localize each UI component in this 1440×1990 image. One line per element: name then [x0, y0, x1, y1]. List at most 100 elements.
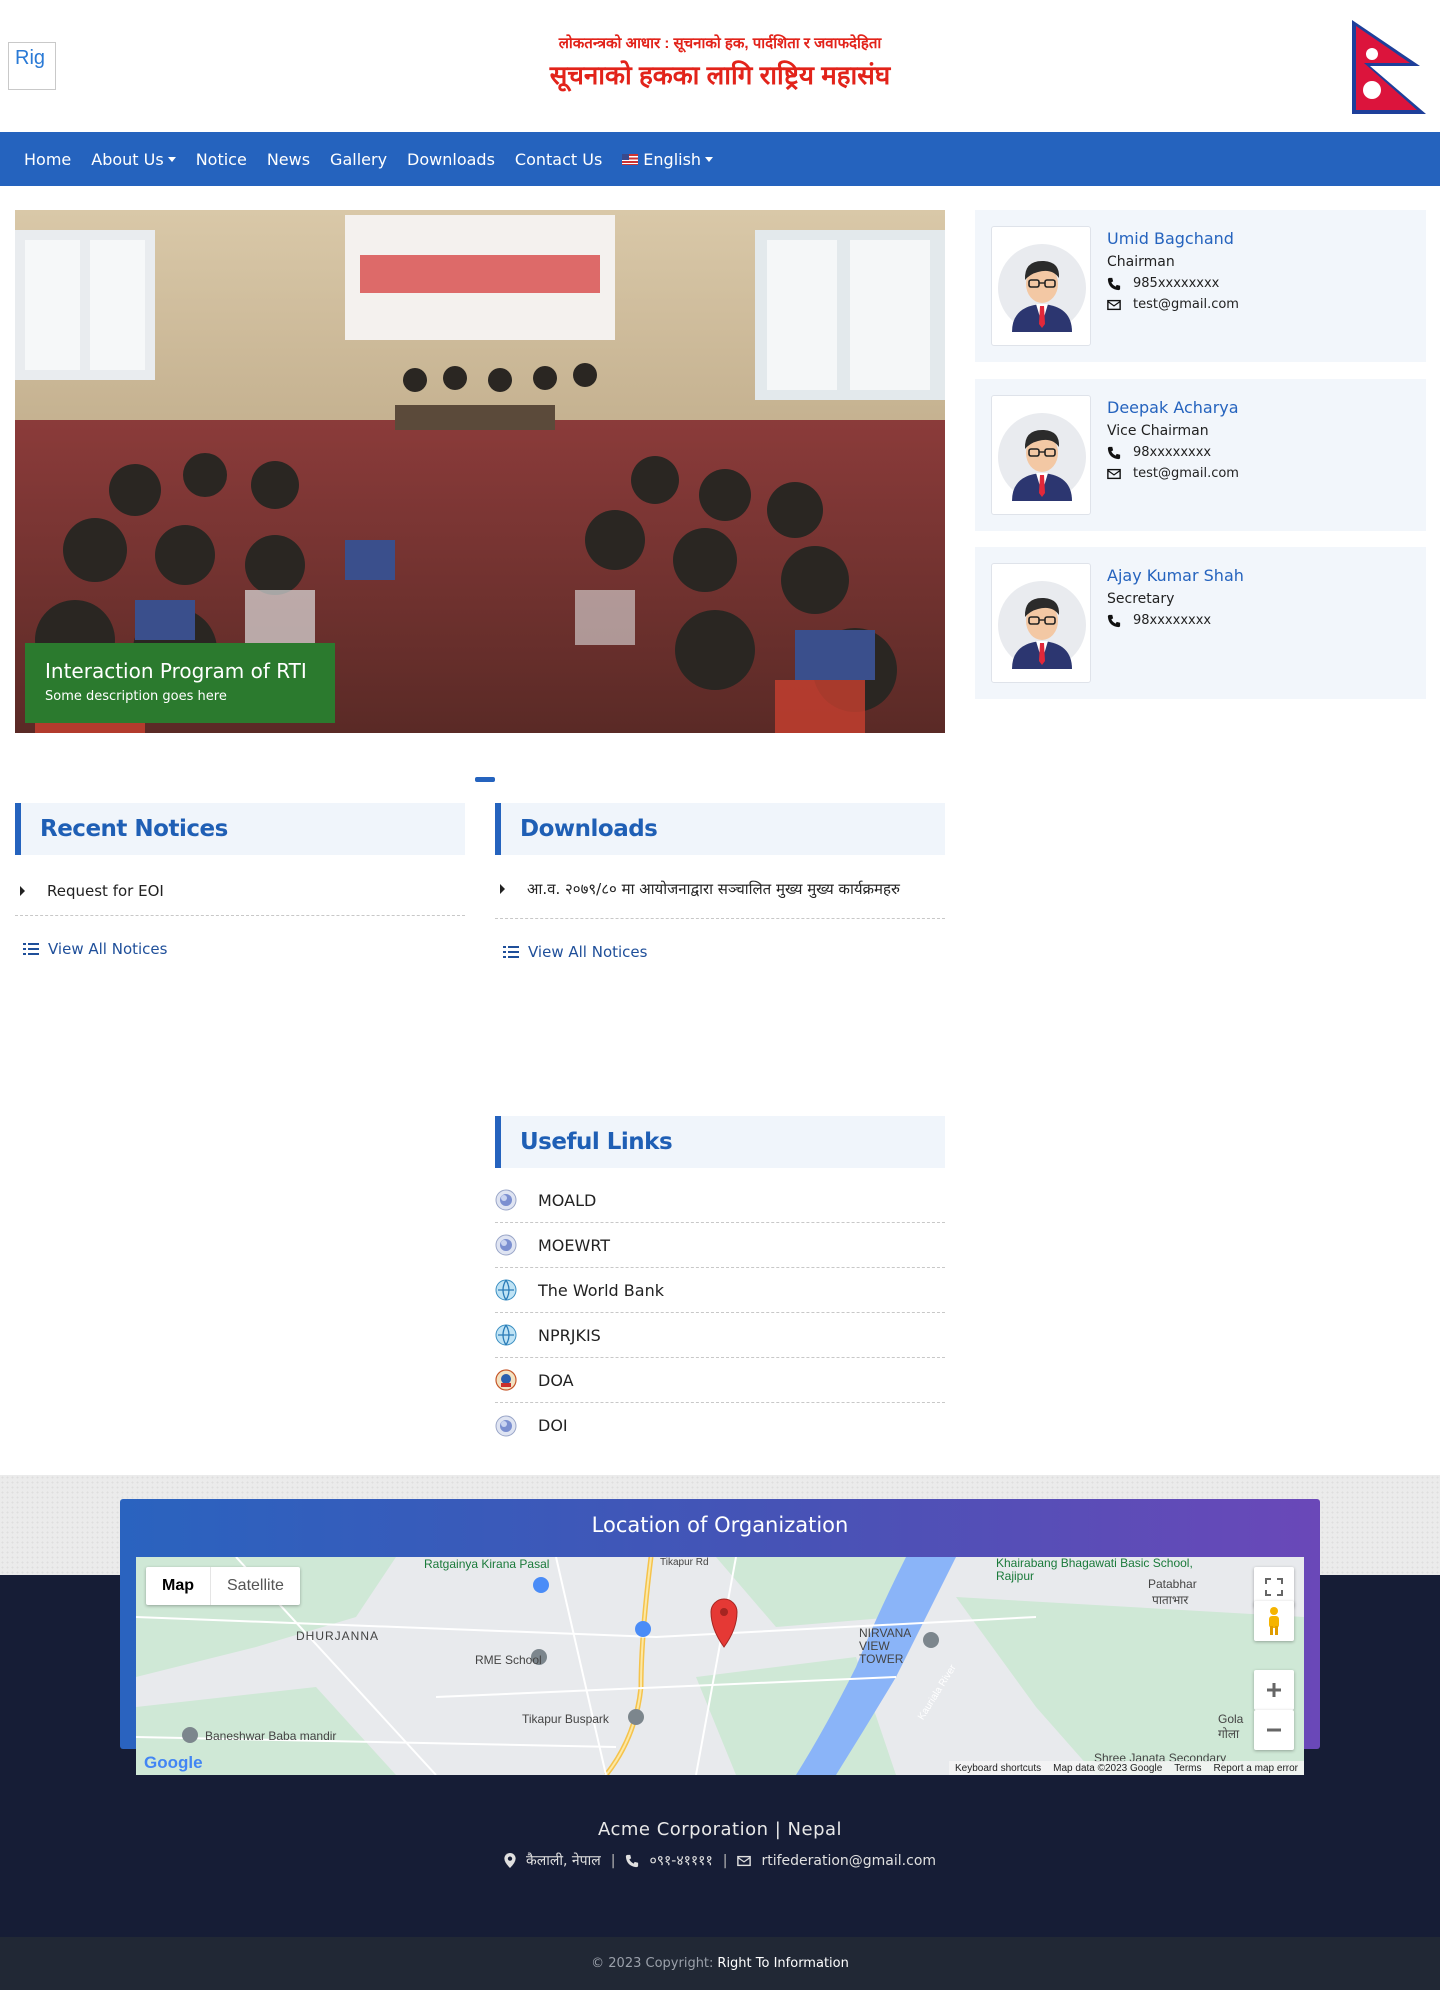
map-data-text: Map data ©2023 Google	[1053, 1762, 1163, 1774]
terms-link[interactable]: Terms	[1168, 1763, 1207, 1774]
tagline: लोकतन्त्रको आधार : सूचनाको हक, पार्दशिता…	[558, 35, 882, 52]
person-avatar-icon	[998, 581, 1086, 669]
footer-address: कैलाली, नेपाल	[525, 1853, 601, 1869]
downloads-header: Downloads	[495, 803, 945, 855]
avatar	[991, 395, 1091, 515]
caption-title: Interaction Program of RTI	[45, 659, 307, 683]
carousel-indicator[interactable]	[475, 777, 495, 782]
list-icon	[23, 943, 39, 955]
member-phone-text: 98xxxxxxxx	[1133, 445, 1212, 460]
map-place-label: DHURJANNA	[296, 1629, 380, 1643]
nav-about-us[interactable]: About Us	[81, 132, 185, 186]
nav-home[interactable]: Home	[14, 132, 81, 186]
phone-icon	[626, 1854, 639, 1867]
divider	[15, 915, 465, 916]
member-card: Umid Bagchand Chairman 985xxxxxxxx test@…	[975, 210, 1426, 362]
member-phone-text: 985xxxxxxxx	[1133, 276, 1220, 291]
nav-downloads[interactable]: Downloads	[397, 132, 505, 186]
zoom-in-button[interactable]	[1254, 1670, 1294, 1710]
report-error-link[interactable]: Report a map error	[1208, 1763, 1304, 1774]
member-name[interactable]: Umid Bagchand	[1107, 229, 1234, 248]
useful-link-item[interactable]: NPRJKIS	[495, 1313, 945, 1358]
download-item-label: आ.व. २०७९/८० मा आयोजनाद्वारा सञ्चालित मु…	[527, 880, 900, 898]
useful-link-label: The World Bank	[538, 1280, 664, 1300]
zoom-out-button[interactable]	[1254, 1710, 1294, 1750]
nav-gallery[interactable]: Gallery	[320, 132, 397, 186]
street-view-button[interactable]	[1254, 1601, 1294, 1641]
view-all-label: View All Notices	[528, 943, 648, 961]
map-place-label[interactable]: RME School	[475, 1653, 542, 1667]
copyright-text: © 2023 Copyright:	[591, 1956, 714, 1971]
useful-link-item[interactable]: The World Bank	[495, 1268, 945, 1313]
carousel-caption: Interaction Program of RTI Some descript…	[25, 643, 335, 723]
useful-link-item[interactable]: DOI	[495, 1403, 945, 1448]
globe-icon	[495, 1324, 517, 1346]
google-map[interactable]: Map Satellite Ratgainya Kirana Pasal DHU…	[136, 1557, 1304, 1775]
useful-link-item[interactable]: MOALD	[495, 1178, 945, 1223]
map-place-label[interactable]: Baneshwar Baba mandir	[205, 1729, 336, 1743]
view-all-notices-link[interactable]: View All Notices	[23, 940, 167, 958]
download-item[interactable]: आ.व. २०७९/८० मा आयोजनाद्वारा सञ्चालित मु…	[495, 876, 945, 902]
footer-email[interactable]: rtifederation@gmail.com	[761, 1853, 936, 1869]
hero-carousel[interactable]: Interaction Program of RTI Some descript…	[15, 210, 945, 733]
google-logo[interactable]: Google	[144, 1753, 203, 1773]
useful-links-title: Useful Links	[520, 1129, 673, 1155]
language-selector[interactable]: English	[612, 132, 723, 186]
envelope-icon	[737, 1855, 752, 1866]
member-phone: 98xxxxxxxx	[1107, 445, 1211, 460]
useful-link-label: NPRJKIS	[538, 1325, 601, 1345]
map-place-label[interactable]: Tikapur Buspark	[522, 1712, 609, 1726]
plus-icon	[1267, 1683, 1281, 1697]
map-place-label[interactable]: Ratgainya Kirana Pasal	[424, 1557, 549, 1571]
divider	[495, 918, 945, 919]
member-name[interactable]: Ajay Kumar Shah	[1107, 566, 1244, 585]
view-all-downloads-link[interactable]: View All Notices	[503, 943, 647, 961]
footer-contact: कैलाली, नेपाल | ०९१-४११११ | rtifederatio…	[0, 1851, 1440, 1870]
caption-description: Some description goes here	[45, 689, 227, 704]
map-tab[interactable]: Map	[146, 1567, 210, 1605]
member-email: test@gmail.com	[1107, 297, 1239, 312]
nav-notice[interactable]: Notice	[186, 132, 257, 186]
member-email-text: test@gmail.com	[1133, 297, 1239, 312]
recent-notices-header: Recent Notices	[15, 803, 465, 855]
globe-icon	[495, 1279, 517, 1301]
map-place-label[interactable]: NIRVANA VIEW TOWER	[859, 1627, 929, 1666]
useful-link-item[interactable]: DOA	[495, 1358, 945, 1403]
nav-about-us-label: About Us	[91, 149, 164, 169]
avatar	[991, 226, 1091, 346]
member-email-text: test@gmail.com	[1133, 466, 1239, 481]
footer-phone: ०९१-४११११	[649, 1853, 713, 1869]
caret-right-icon	[500, 884, 505, 894]
member-role: Vice Chairman	[1107, 423, 1209, 439]
person-avatar-icon	[998, 413, 1086, 501]
copyright-brand-link[interactable]: Right To Information	[717, 1956, 848, 1971]
map-road-label: Tikapur Rd	[660, 1557, 709, 1568]
useful-links-header: Useful Links	[495, 1116, 945, 1168]
globe-icon	[495, 1189, 517, 1211]
envelope-icon	[1107, 468, 1121, 479]
nav-contact-us[interactable]: Contact Us	[505, 132, 612, 186]
caret-down-icon	[705, 156, 714, 162]
member-phone: 985xxxxxxxx	[1107, 276, 1219, 291]
separator: |	[722, 1852, 728, 1869]
caret-right-icon	[20, 886, 25, 896]
member-name[interactable]: Deepak Acharya	[1107, 398, 1239, 417]
member-card: Ajay Kumar Shah Secretary 98xxxxxxxx	[975, 547, 1426, 699]
org-title: सूचनाको हकका लागि राष्ट्रिय महासंघ	[549, 60, 891, 90]
copyright-bar: © 2023 Copyright: Right To Information	[0, 1937, 1440, 1990]
map-type-toggle: Map Satellite	[146, 1567, 300, 1605]
list-icon	[503, 946, 519, 958]
useful-link-label: MOEWRT	[538, 1235, 611, 1255]
footer-company: Acme Corporation | Nepal	[597, 1819, 843, 1840]
nav-news[interactable]: News	[257, 132, 320, 186]
satellite-tab[interactable]: Satellite	[210, 1567, 300, 1605]
keyboard-shortcuts-link[interactable]: Keyboard shortcuts	[949, 1763, 1047, 1774]
main-navbar: Home About Us Notice News Gallery Downlo…	[0, 132, 1440, 186]
top-header: Rig लोकतन्त्रको आधार : सूचनाको हक, पार्द…	[0, 0, 1440, 132]
notice-item[interactable]: Request for EOI	[15, 880, 465, 902]
member-phone: 98xxxxxxxx	[1107, 613, 1211, 628]
useful-link-item[interactable]: MOEWRT	[495, 1223, 945, 1268]
globe-icon	[495, 1415, 517, 1436]
member-email: test@gmail.com	[1107, 466, 1239, 481]
emblem-icon	[495, 1369, 517, 1391]
